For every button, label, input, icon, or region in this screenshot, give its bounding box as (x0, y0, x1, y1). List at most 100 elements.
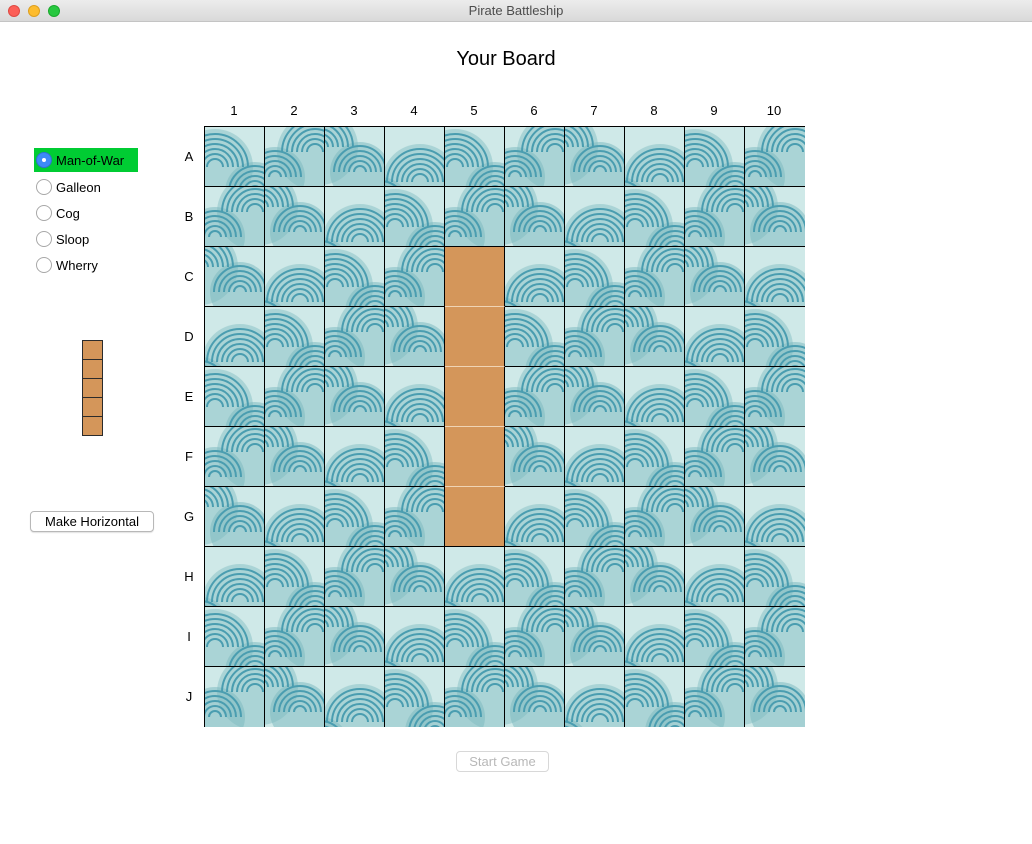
board-cell[interactable] (565, 667, 625, 727)
board-cell[interactable] (265, 127, 325, 187)
board-cell-ship[interactable] (445, 427, 505, 487)
board-cell[interactable] (745, 667, 805, 727)
board-cell[interactable] (745, 247, 805, 307)
board-cell[interactable] (505, 487, 565, 547)
board-cell[interactable] (205, 487, 265, 547)
board-cell[interactable] (505, 547, 565, 607)
board-cell[interactable] (505, 667, 565, 727)
board-cell[interactable] (565, 427, 625, 487)
radio-icon[interactable] (36, 205, 52, 221)
board-cell[interactable] (445, 187, 505, 247)
board-cell[interactable] (505, 187, 565, 247)
board-cell[interactable] (685, 547, 745, 607)
board-cell[interactable] (625, 487, 685, 547)
board-cell[interactable] (325, 187, 385, 247)
board-cell[interactable] (625, 607, 685, 667)
board-cell[interactable] (565, 367, 625, 427)
board-cell[interactable] (265, 547, 325, 607)
ship-option-galleon[interactable]: Galleon (34, 174, 138, 200)
board-cell[interactable] (445, 667, 505, 727)
board-cell[interactable] (385, 307, 445, 367)
board-cell[interactable] (385, 247, 445, 307)
board-cell[interactable] (325, 487, 385, 547)
board-cell[interactable] (745, 427, 805, 487)
board-cell[interactable] (325, 667, 385, 727)
board-cell[interactable] (625, 667, 685, 727)
board-cell[interactable] (685, 607, 745, 667)
board-cell[interactable] (505, 367, 565, 427)
board-cell[interactable] (205, 547, 265, 607)
radio-icon[interactable] (36, 179, 52, 195)
board-cell[interactable] (625, 367, 685, 427)
board-cell[interactable] (325, 127, 385, 187)
ship-option-man-of-war[interactable]: Man-of-War (34, 148, 138, 172)
board-cell[interactable] (685, 487, 745, 547)
board-cell[interactable] (385, 667, 445, 727)
board-cell[interactable] (325, 307, 385, 367)
board-cell[interactable] (505, 247, 565, 307)
board-cell[interactable] (205, 247, 265, 307)
board-cell[interactable] (565, 127, 625, 187)
board-cell[interactable] (745, 307, 805, 367)
board-cell[interactable] (325, 607, 385, 667)
board-cell[interactable] (265, 607, 325, 667)
board-cell[interactable] (565, 607, 625, 667)
board-cell[interactable] (625, 427, 685, 487)
ship-option-cog[interactable]: Cog (34, 200, 138, 226)
make-horizontal-button[interactable]: Make Horizontal (30, 511, 154, 532)
board-cell[interactable] (745, 547, 805, 607)
board-cell[interactable] (385, 367, 445, 427)
board-cell[interactable] (385, 187, 445, 247)
board-grid[interactable] (204, 126, 805, 727)
board-cell[interactable] (205, 667, 265, 727)
start-game-button[interactable]: Start Game (456, 751, 549, 772)
board-cell[interactable] (625, 127, 685, 187)
board-cell[interactable] (685, 367, 745, 427)
board-cell-ship[interactable] (445, 247, 505, 307)
board-cell[interactable] (745, 607, 805, 667)
board-cell[interactable] (445, 127, 505, 187)
board-cell[interactable] (685, 427, 745, 487)
board-cell[interactable] (685, 247, 745, 307)
board-cell[interactable] (265, 187, 325, 247)
board-cell[interactable] (265, 367, 325, 427)
radio-icon[interactable] (36, 231, 52, 247)
board-cell[interactable] (685, 187, 745, 247)
board-cell[interactable] (385, 127, 445, 187)
radio-selected-icon[interactable] (36, 152, 52, 168)
board-cell[interactable] (265, 667, 325, 727)
board-cell[interactable] (625, 547, 685, 607)
board-cell-ship[interactable] (445, 367, 505, 427)
board-cell[interactable] (565, 487, 625, 547)
board-cell[interactable] (745, 187, 805, 247)
board-cell[interactable] (385, 487, 445, 547)
board-cell[interactable] (205, 127, 265, 187)
board-cell[interactable] (205, 187, 265, 247)
board-cell[interactable] (325, 427, 385, 487)
board-cell[interactable] (565, 187, 625, 247)
board-cell[interactable] (265, 247, 325, 307)
ship-option-sloop[interactable]: Sloop (34, 226, 138, 252)
board-cell-ship[interactable] (445, 307, 505, 367)
board-cell[interactable] (445, 607, 505, 667)
board-cell[interactable] (685, 127, 745, 187)
board-cell[interactable] (205, 367, 265, 427)
board-cell[interactable] (685, 667, 745, 727)
board-cell[interactable] (385, 547, 445, 607)
board-cell[interactable] (685, 307, 745, 367)
board-cell[interactable] (505, 427, 565, 487)
board-cell[interactable] (565, 307, 625, 367)
board-cell[interactable] (625, 187, 685, 247)
radio-icon[interactable] (36, 257, 52, 273)
board-cell[interactable] (505, 607, 565, 667)
board-cell[interactable] (265, 307, 325, 367)
board-cell[interactable] (325, 247, 385, 307)
board-cell-ship[interactable] (445, 487, 505, 547)
board-cell[interactable] (505, 127, 565, 187)
board-cell[interactable] (565, 547, 625, 607)
board-cell[interactable] (625, 307, 685, 367)
board-cell[interactable] (745, 367, 805, 427)
board-cell[interactable] (325, 367, 385, 427)
board-cell[interactable] (385, 427, 445, 487)
board-cell[interactable] (265, 487, 325, 547)
